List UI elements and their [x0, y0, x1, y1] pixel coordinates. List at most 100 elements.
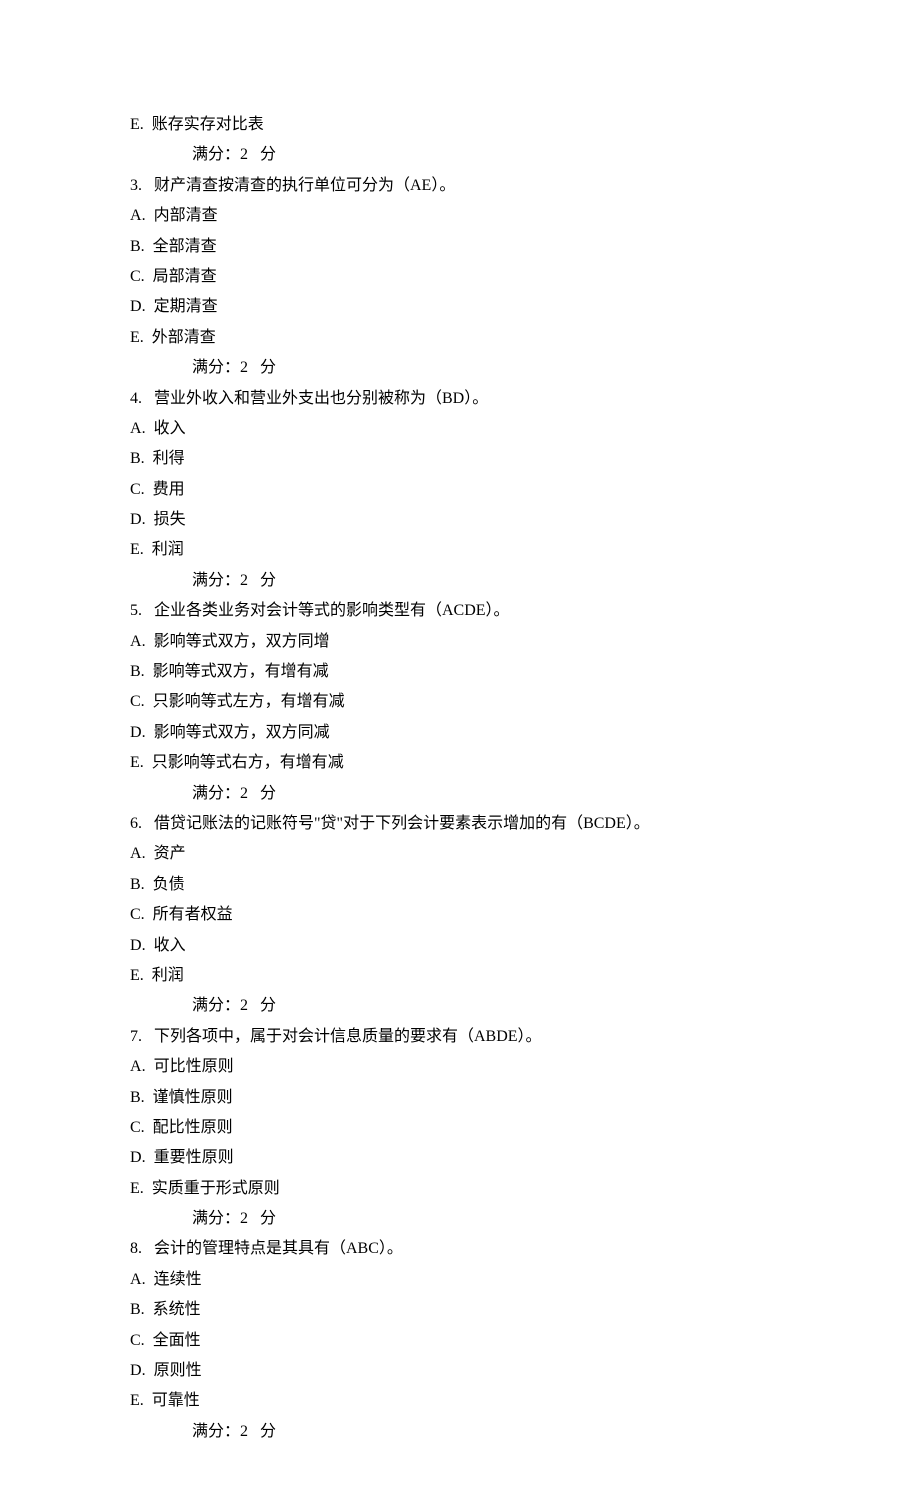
option-text: 利得	[153, 450, 185, 467]
document-body: E. 账存实存对比表满分：2 分 3. 财产清查按清查的执行单位可分为（AE）。 A…	[130, 110, 790, 1447]
option-line: D. 重要性原则	[130, 1143, 790, 1173]
score-line: 满分：2 分	[130, 779, 790, 809]
question-separator: .	[138, 602, 154, 619]
score-line: 满分：2 分	[130, 991, 790, 1021]
option-text: 内部清查	[154, 207, 218, 224]
option-text: 全面性	[153, 1332, 201, 1349]
option-letter: C	[130, 268, 141, 285]
option-separator: .	[140, 329, 152, 346]
option-letter: C	[130, 906, 141, 923]
option-separator: .	[141, 906, 153, 923]
option-line: E. 可靠性	[130, 1386, 790, 1416]
score-line: 满分：2 分	[130, 140, 790, 170]
question-line: 8. 会计的管理特点是其具有（ABC）。	[130, 1234, 790, 1264]
option-letter: D	[130, 298, 142, 315]
option-separator: .	[141, 693, 153, 710]
option-text: 账存实存对比表	[152, 116, 264, 133]
score-text: 满分：2 分	[192, 572, 276, 589]
option-separator: .	[141, 238, 153, 255]
question-separator: .	[138, 177, 154, 194]
option-letter: A	[130, 420, 142, 437]
option-text: 实质重于形式原则	[152, 1180, 280, 1197]
score-text: 满分：2 分	[192, 785, 276, 802]
option-line: A. 收入	[130, 414, 790, 444]
option-separator: .	[141, 450, 153, 467]
option-line: C. 全面性	[130, 1326, 790, 1356]
option-line: A. 资产	[130, 839, 790, 869]
question-line: 7. 下列各项中，属于对会计信息质量的要求有（ABDE）。	[130, 1022, 790, 1052]
option-separator: .	[140, 1392, 152, 1409]
option-separator: .	[141, 876, 153, 893]
option-letter: A	[130, 1058, 142, 1075]
option-text: 定期清查	[154, 298, 218, 315]
option-text: 影响等式双方，双方同减	[154, 724, 330, 741]
option-letter: D	[130, 937, 142, 954]
option-line: E. 利润	[130, 535, 790, 565]
option-letter: A	[130, 1271, 142, 1288]
option-line: A. 连续性	[130, 1265, 790, 1295]
option-letter: B	[130, 663, 141, 680]
option-separator: .	[141, 663, 153, 680]
option-text: 收入	[154, 937, 186, 954]
option-letter: D	[130, 1149, 142, 1166]
score-text: 满分：2 分	[192, 997, 276, 1014]
option-line: E. 实质重于形式原则	[130, 1174, 790, 1204]
question-separator: .	[138, 1240, 154, 1257]
option-text: 影响等式双方，双方同增	[154, 633, 330, 650]
option-line: E. 利润	[130, 961, 790, 991]
option-letter: E	[130, 116, 140, 133]
option-separator: .	[141, 1119, 153, 1136]
option-letter: A	[130, 845, 142, 862]
option-line: B. 全部清查	[130, 232, 790, 262]
score-line: 满分：2 分	[130, 566, 790, 596]
option-letter: E	[130, 329, 140, 346]
option-line: D. 定期清查	[130, 292, 790, 322]
option-letter: C	[130, 1332, 141, 1349]
option-separator: .	[141, 268, 153, 285]
option-separator: .	[140, 541, 152, 558]
option-line: B. 谨慎性原则	[130, 1083, 790, 1113]
option-line: D. 影响等式双方，双方同减	[130, 718, 790, 748]
option-text: 收入	[154, 420, 186, 437]
question-line: 3. 财产清查按清查的执行单位可分为（AE）。	[130, 171, 790, 201]
option-text: 可靠性	[152, 1392, 200, 1409]
option-text: 费用	[153, 481, 185, 498]
question-separator: .	[138, 815, 154, 832]
option-text: 负债	[153, 876, 185, 893]
option-separator: .	[142, 511, 154, 528]
question-text: 借贷记账法的记账符号"贷"对于下列会计要素表示增加的有（BCDE）。	[154, 815, 650, 832]
option-text: 损失	[154, 511, 186, 528]
question-number: 6	[130, 815, 138, 832]
question-number: 5	[130, 602, 138, 619]
option-line: A. 可比性原则	[130, 1052, 790, 1082]
question-line: 6. 借贷记账法的记账符号"贷"对于下列会计要素表示增加的有（BCDE）。	[130, 809, 790, 839]
option-separator: .	[141, 1089, 153, 1106]
option-text: 只影响等式右方，有增有减	[152, 754, 344, 771]
option-letter: C	[130, 1119, 141, 1136]
option-line: B. 负债	[130, 870, 790, 900]
option-text: 利润	[152, 541, 184, 558]
option-separator: .	[142, 937, 154, 954]
question-number: 4	[130, 390, 138, 407]
score-text: 满分：2 分	[192, 146, 276, 163]
option-text: 重要性原则	[154, 1149, 234, 1166]
option-letter: B	[130, 450, 141, 467]
option-separator: .	[142, 1149, 154, 1166]
score-line: 满分：2 分	[130, 1204, 790, 1234]
option-letter: E	[130, 1392, 140, 1409]
score-line: 满分：2 分	[130, 353, 790, 383]
option-separator: .	[140, 116, 152, 133]
option-text: 资产	[154, 845, 186, 862]
option-letter: A	[130, 633, 142, 650]
question-text: 财产清查按清查的执行单位可分为（AE）。	[154, 177, 455, 194]
question-number: 3	[130, 177, 138, 194]
option-letter: E	[130, 967, 140, 984]
question-number: 8	[130, 1240, 138, 1257]
option-separator: .	[142, 1058, 154, 1075]
option-separator: .	[142, 1362, 154, 1379]
score-text: 满分：2 分	[192, 359, 276, 376]
option-line: C. 配比性原则	[130, 1113, 790, 1143]
question-text: 下列各项中，属于对会计信息质量的要求有（ABDE）。	[154, 1028, 542, 1045]
option-text: 局部清查	[153, 268, 217, 285]
option-text: 配比性原则	[153, 1119, 233, 1136]
